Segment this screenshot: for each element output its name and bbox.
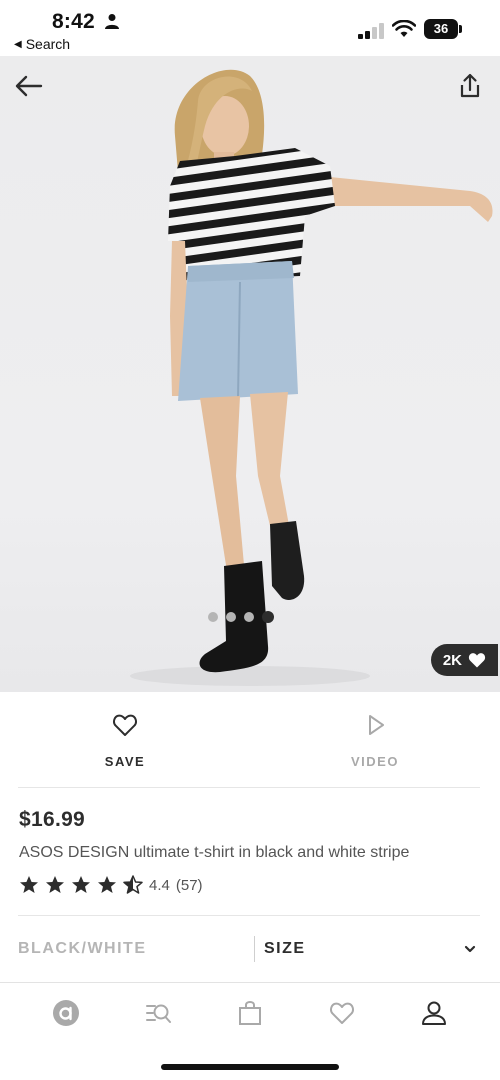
product-image-carousel[interactable]: 2K — [0, 56, 500, 692]
status-bar: 8:42 ◀ Search 36 — [0, 0, 500, 56]
size-selector[interactable]: SIZE — [255, 930, 480, 968]
wifi-icon — [392, 20, 416, 37]
product-rating[interactable]: 4.4 (57) — [19, 875, 203, 895]
carousel-dot-active[interactable] — [262, 611, 274, 623]
carousel-dot[interactable] — [208, 612, 218, 622]
nav-account[interactable] — [414, 993, 454, 1033]
heart-filled-icon — [468, 653, 486, 668]
nav-saved[interactable] — [322, 993, 362, 1033]
nav-bag[interactable] — [230, 993, 270, 1033]
back-arrow-icon[interactable] — [14, 74, 44, 98]
product-price: $16.99 — [19, 808, 86, 831]
nav-home[interactable] — [46, 993, 86, 1033]
divider — [18, 915, 480, 916]
person-icon — [105, 14, 119, 29]
color-selector[interactable]: BLACK/WHITE — [18, 930, 254, 968]
back-triangle-icon: ◀ — [14, 38, 22, 50]
size-label: SIZE — [264, 940, 306, 957]
star-full-icon — [98, 876, 116, 893]
star-half-icon — [123, 875, 143, 894]
battery-level: 36 — [424, 19, 458, 39]
heart-outline-icon — [113, 714, 137, 736]
battery-indicator: 36 — [424, 19, 462, 39]
cellular-signal-icon — [358, 23, 384, 39]
saved-icon — [330, 1002, 354, 1024]
review-count: (57) — [175, 876, 203, 894]
home-icon — [53, 999, 79, 1026]
bottom-nav — [0, 982, 500, 1042]
back-to-search-link[interactable]: ◀ Search — [14, 36, 70, 52]
likes-badge: 2K — [430, 644, 498, 676]
video-button[interactable]: VIDEO — [250, 692, 500, 788]
account-icon — [422, 1001, 446, 1025]
product-photo — [130, 69, 493, 686]
product-title: ASOS DESIGN ultimate t-shirt in black an… — [19, 844, 410, 861]
carousel-dot[interactable] — [244, 612, 254, 622]
star-full-icon — [46, 876, 64, 893]
variant-selectors: BLACK/WHITE SIZE — [18, 930, 480, 968]
save-button[interactable]: SAVE — [0, 692, 250, 788]
star-full-icon — [72, 876, 90, 893]
likes-count: 2K — [442, 651, 462, 669]
carousel-dots[interactable] — [208, 611, 274, 623]
back-to-search-label: Search — [25, 36, 71, 52]
bag-icon — [239, 1000, 261, 1025]
video-label: VIDEO — [351, 754, 399, 769]
star-full-icon — [20, 876, 38, 893]
product-actions: SAVE VIDEO — [0, 692, 500, 788]
status-time: 8:42 — [52, 10, 95, 33]
search-icon — [146, 1004, 171, 1023]
carousel-dot[interactable] — [226, 612, 236, 622]
share-icon[interactable] — [456, 72, 484, 100]
rating-score: 4.4 — [149, 876, 170, 894]
divider — [18, 787, 480, 788]
nav-search[interactable] — [138, 993, 178, 1033]
chevron-down-icon — [464, 945, 476, 953]
home-indicator[interactable] — [161, 1064, 339, 1070]
save-label: SAVE — [104, 754, 146, 769]
rating-stars — [19, 875, 143, 895]
play-icon — [369, 715, 384, 735]
